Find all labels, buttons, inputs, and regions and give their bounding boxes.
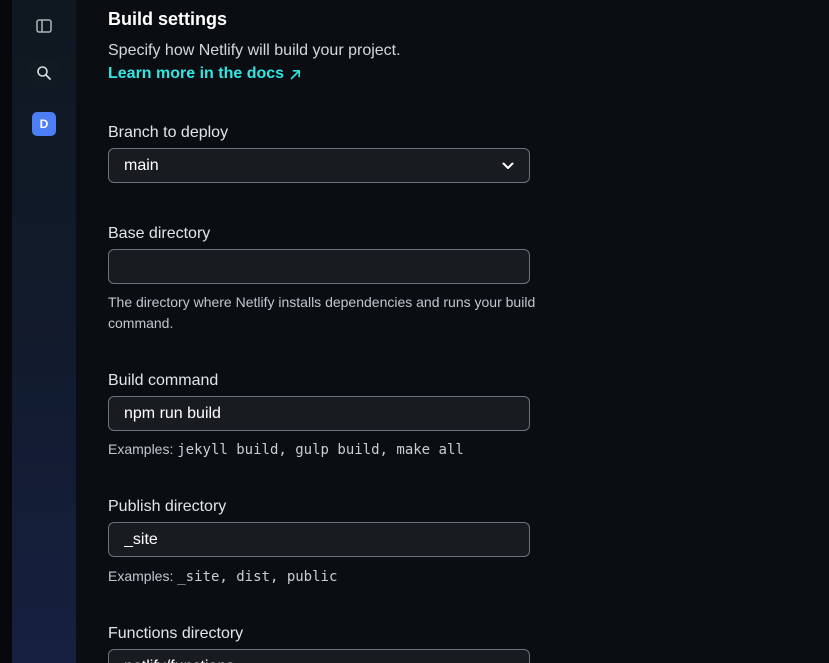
- functions-directory-label: Functions directory: [108, 625, 244, 642]
- docs-link-label: Learn more in the docs: [108, 65, 285, 82]
- search-icon: [37, 66, 51, 80]
- window-edge: [0, 0, 12, 663]
- chevron-down-icon: [502, 162, 514, 169]
- branch-select-value: main: [124, 156, 159, 174]
- publish-directory-help-prefix: Examples:: [108, 568, 178, 584]
- publish-directory-input[interactable]: [108, 522, 530, 557]
- publish-directory-help: Examples: _site, dist, public: [108, 566, 538, 588]
- base-directory-help: The directory where Netlify installs dep…: [108, 294, 536, 331]
- base-directory-input[interactable]: [108, 249, 530, 284]
- app-frame: D Build settings Specify how Netlify wil…: [0, 0, 829, 663]
- branch-label: Branch to deploy: [108, 124, 229, 141]
- build-command-input[interactable]: [108, 396, 530, 431]
- main-content: Build settings Specify how Netlify will …: [76, 0, 829, 663]
- build-command-help: Examples: jekyll build, gulp build, make…: [108, 439, 538, 461]
- build-command-examples: jekyll build, gulp build, make all: [177, 442, 464, 458]
- build-command-help-prefix: Examples:: [108, 441, 178, 457]
- section-description: Specify how Netlify will build your proj…: [108, 42, 401, 59]
- external-arrow-icon: [290, 69, 301, 79]
- sidebar-toggle-icon: [36, 19, 52, 33]
- publish-directory-label: Publish directory: [108, 498, 227, 515]
- functions-directory-input[interactable]: [108, 649, 530, 663]
- section-title: Build settings: [108, 9, 228, 29]
- publish-directory-examples: _site, dist, public: [177, 569, 338, 585]
- search-button[interactable]: [29, 58, 59, 88]
- branch-select[interactable]: main: [108, 148, 530, 183]
- base-directory-label: Base directory: [108, 225, 211, 242]
- sidebar: D: [12, 0, 76, 663]
- docs-link[interactable]: Learn more in the docs: [108, 63, 301, 85]
- build-command-label: Build command: [108, 372, 219, 389]
- sidebar-toggle-button[interactable]: [29, 11, 59, 41]
- team-avatar[interactable]: D: [32, 112, 56, 136]
